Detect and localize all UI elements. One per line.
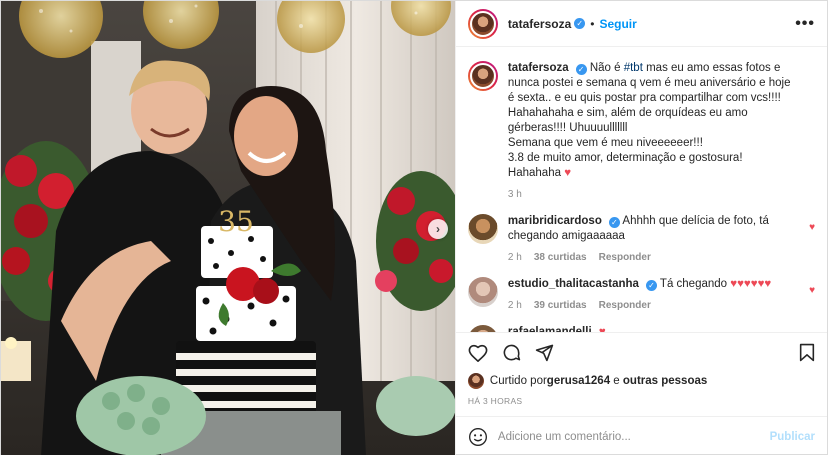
comment-item: rafaelamandelli ♥ ♡ xyxy=(467,325,815,332)
red-heart-emoji-icon: ♥ xyxy=(598,326,606,332)
like-heart-icon[interactable] xyxy=(468,344,488,362)
caption-avatar[interactable] xyxy=(467,61,498,91)
follow-button[interactable]: Seguir xyxy=(599,17,636,31)
liked-by-middle: e xyxy=(610,375,623,387)
post-timestamp[interactable]: HÁ 3 HORAS xyxy=(456,390,827,416)
post-photo[interactable]: 35 › xyxy=(1,1,455,455)
separator-dot: • xyxy=(590,16,595,31)
reply-button[interactable]: Responder xyxy=(599,298,651,313)
caption-text-pre: Não é xyxy=(589,62,624,74)
comment-like-heart-icon[interactable]: ♥ xyxy=(809,285,815,296)
commenter-avatar[interactable] xyxy=(467,214,498,244)
comment-username[interactable]: maribridicardoso xyxy=(508,215,602,227)
caption-time: 3 h xyxy=(507,189,522,200)
comment-bubble-icon[interactable] xyxy=(502,343,521,362)
cake-topper-number: 35 xyxy=(218,205,254,238)
commenter-avatar[interactable] xyxy=(467,325,498,332)
author-username[interactable]: tatafersoza xyxy=(508,17,571,31)
post-header: tatafersoza ✓ • Seguir ••• xyxy=(455,1,827,47)
photo-illustration: 35 xyxy=(1,1,455,455)
comment-time: 2 h xyxy=(507,252,522,263)
author-avatar[interactable] xyxy=(467,8,498,39)
caption-line-2: Semana que vem é meu niveeeeeer!!! xyxy=(507,137,703,149)
comment-time: 2 h xyxy=(507,300,522,311)
post-actions-bar xyxy=(455,332,827,372)
comment-item: estudio_thalitacastanha ✓ Tá chegando ♥♥♥… xyxy=(467,277,815,313)
publish-button[interactable]: Publicar xyxy=(770,431,815,443)
comment-username[interactable]: rafaelamandelli xyxy=(508,326,592,332)
liked-by-summary: Curtido por gerusa1264 e outras pessoas xyxy=(456,372,827,390)
commenter-avatar[interactable] xyxy=(467,277,498,307)
comment-input[interactable] xyxy=(497,430,770,443)
verified-badge-icon: ✓ xyxy=(575,64,587,75)
comment-item: maribridicardoso ✓ Ahhhh que delícia de f… xyxy=(467,214,815,265)
post-side-panel: tatafersoza ✓ • Seguir ••• tatafersoza ✓ … xyxy=(454,1,827,455)
verified-badge-icon: ✓ xyxy=(574,18,586,29)
emoji-smiley-icon[interactable] xyxy=(468,427,488,447)
comment-likes[interactable]: 38 curtidas xyxy=(534,250,587,265)
save-bookmark-icon[interactable] xyxy=(799,343,815,362)
add-comment-bar: Publicar xyxy=(455,416,827,455)
verified-badge-icon: ✓ xyxy=(608,217,620,228)
red-hearts-emoji-icon: ♥♥♥♥♥♥ xyxy=(730,278,772,290)
caption-username[interactable]: tatafersoza xyxy=(508,62,569,74)
comments-list[interactable]: tatafersoza ✓ Não é #tbt mas eu amo essas… xyxy=(456,47,827,332)
verified-badge-icon: ✓ xyxy=(645,280,657,291)
more-options-icon[interactable]: ••• xyxy=(795,15,815,33)
comment-text: Tá chegando xyxy=(659,278,728,290)
caption-hashtag[interactable]: #tbt xyxy=(624,62,643,74)
share-paper-plane-icon[interactable] xyxy=(535,343,554,362)
caption-line-3: 3.8 de muito amor, determinação e gostos… xyxy=(507,152,743,179)
caption: tatafersoza ✓ Não é #tbt mas eu amo essas… xyxy=(467,61,815,202)
comment-like-heart-icon[interactable]: ♥ xyxy=(809,222,815,233)
reply-button[interactable]: Responder xyxy=(599,250,651,265)
comment-username[interactable]: estudio_thalitacastanha xyxy=(508,278,639,290)
next-photo-button[interactable]: › xyxy=(428,219,448,239)
liked-by-user[interactable]: gerusa1264 xyxy=(547,375,610,387)
comment-likes[interactable]: 39 curtidas xyxy=(534,298,587,313)
liker-avatar[interactable] xyxy=(467,373,484,389)
red-heart-emoji-icon: ♥ xyxy=(564,167,572,179)
liked-by-prefix: Curtido por xyxy=(489,375,547,387)
instagram-post-modal: 35 › tatafersoza ✓ • Seguir ••• tatafers… xyxy=(0,0,828,455)
liked-by-others[interactable]: outras pessoas xyxy=(623,375,707,387)
